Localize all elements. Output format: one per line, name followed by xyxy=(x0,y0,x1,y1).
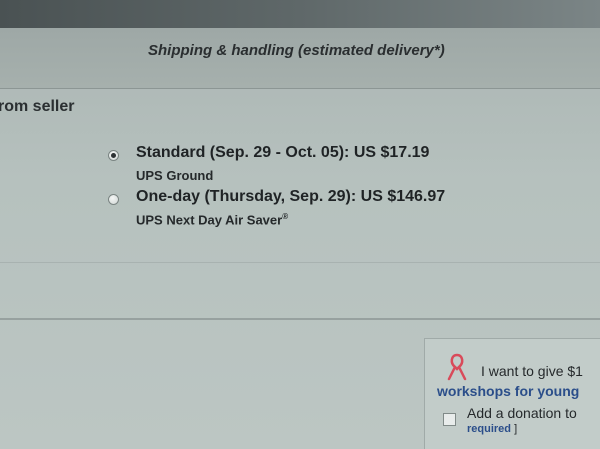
donation-workshops-link[interactable]: workshops for young xyxy=(437,383,579,399)
shipping-header-title: Shipping & handling (estimated delivery*… xyxy=(148,42,445,59)
donation-give-text: I want to give $1 xyxy=(481,363,583,379)
section-divider-lower xyxy=(0,318,600,320)
required-bracket: ] xyxy=(514,423,518,435)
donation-checkbox[interactable] xyxy=(443,413,456,426)
radio-standard[interactable] xyxy=(108,150,119,161)
required-note: required ] xyxy=(467,423,517,435)
donation-box: I want to give $1 workshops for young Ad… xyxy=(424,338,600,449)
option-one-day-service: UPS Next Day Air Saver® xyxy=(136,212,288,227)
radio-one-day[interactable] xyxy=(108,194,119,205)
shipping-header: Shipping & handling (estimated delivery*… xyxy=(0,28,600,89)
top-bar xyxy=(0,0,600,28)
option-one-day-service-text: UPS Next Day Air Saver xyxy=(136,212,283,228)
awareness-ribbon-icon xyxy=(445,351,469,381)
donation-checkbox-label: Add a donation to xyxy=(467,405,577,421)
seller-label: rom seller xyxy=(0,98,75,115)
checkout-screen: Shipping & handling (estimated delivery*… xyxy=(0,0,600,449)
section-divider xyxy=(0,262,600,263)
required-label: required xyxy=(467,423,512,435)
registered-mark: ® xyxy=(282,212,289,221)
option-one-day-label: One-day (Thursday, Sep. 29): US $146.97 xyxy=(136,188,446,205)
option-standard-label: Standard (Sep. 29 - Oct. 05): US $17.19 xyxy=(136,144,430,161)
option-standard-service: UPS Ground xyxy=(136,168,214,183)
